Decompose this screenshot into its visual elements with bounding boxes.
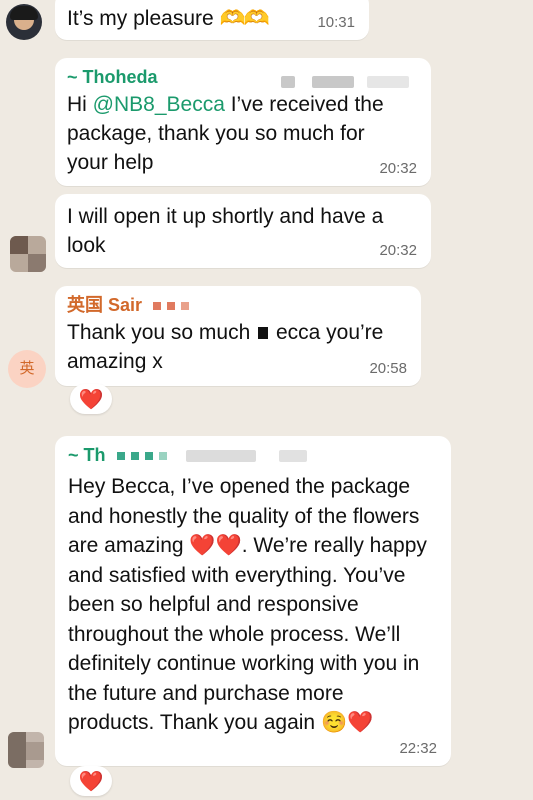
reaction-badge[interactable]: ❤️ xyxy=(70,384,112,414)
avatar[interactable]: 英 xyxy=(8,350,46,388)
timestamp: 10:31 xyxy=(317,14,355,31)
message-bubble[interactable]: It’s my pleasure 🫶🫶 10:31 xyxy=(55,0,369,40)
message-bubble[interactable]: ~ Th Hey Becca, I’ve opened the package … xyxy=(55,436,451,766)
sender-name[interactable]: ~ Thoheda xyxy=(67,67,158,87)
mention-link[interactable]: @NB8_Becca xyxy=(93,93,225,116)
avatar[interactable] xyxy=(8,732,44,768)
redaction-mark xyxy=(258,327,269,340)
message-bubble[interactable]: ~ Thoheda Hi @NB8_Becca I’ve received th… xyxy=(55,58,431,186)
timestamp: 20:32 xyxy=(379,242,417,259)
sender-name[interactable]: ~ Th xyxy=(68,445,106,465)
redacted-name xyxy=(281,70,410,92)
message-text: It’s my pleasure xyxy=(67,7,214,30)
heart-icon: ❤️ xyxy=(78,388,104,411)
timestamp: 20:32 xyxy=(379,160,417,177)
avatar[interactable] xyxy=(6,4,42,40)
reaction-badge[interactable]: ❤️ xyxy=(70,766,112,796)
message-text: Thank you so much xyxy=(67,321,251,344)
heart-icon: ❤️ xyxy=(78,770,104,793)
heart-icon: ❤️❤️ xyxy=(189,534,242,557)
avatar[interactable] xyxy=(10,236,46,272)
sender-name[interactable]: 英国 Sair xyxy=(67,295,142,315)
redacted-name xyxy=(147,295,190,315)
timestamp: 20:58 xyxy=(369,360,407,377)
smile-heart-icon: ☺️❤️ xyxy=(320,711,374,734)
message-text: I will open it up shortly and have a loo… xyxy=(67,205,384,257)
timestamp: 22:32 xyxy=(399,740,437,757)
heart-hands-icon: 🫶🫶 xyxy=(219,7,270,30)
message-bubble[interactable]: 英国 Sair Thank you so much ecca you’re am… xyxy=(55,286,421,386)
message-text: . We’re really happy and satisfied with … xyxy=(68,534,427,734)
message-bubble[interactable]: I will open it up shortly and have a loo… xyxy=(55,194,431,268)
redacted-name xyxy=(111,445,307,465)
avatar-initial: 英 xyxy=(19,360,35,377)
